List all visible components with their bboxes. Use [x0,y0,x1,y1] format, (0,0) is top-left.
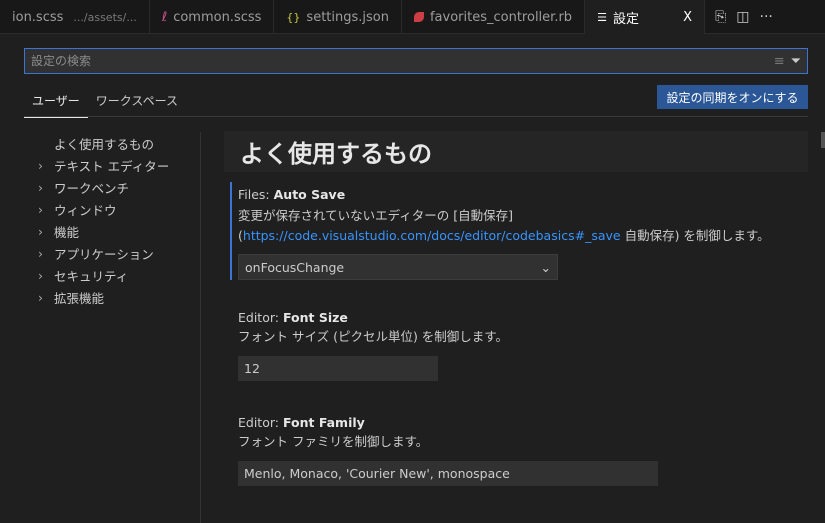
toc-label: よく使用するもの [54,136,155,152]
toc-label: 機能 [54,224,80,240]
toc-item[interactable]: › 拡張機能 [38,286,169,308]
tab-label: ion.scss [12,9,64,25]
tab-description: .../assets/... [73,10,137,24]
focus-indicator [230,182,232,280]
setting-title: Editor: Font Size [238,310,348,325]
toc-label: アプリケーション [54,246,154,262]
open-settings-json-icon[interactable]: ⎘ [715,9,726,25]
tab-user[interactable]: ユーザー [24,88,88,118]
editor-actions: ⎘ ◫ ··· [705,0,773,33]
more-actions-icon[interactable]: ··· [760,9,773,25]
description-line: 変更が保存されていないエディターの [自動保存] [238,208,513,223]
search-input[interactable] [31,54,774,68]
filter-icon[interactable]: ⏷ [791,54,801,69]
json-braces-icon: {} [286,10,301,24]
chevron-right-icon: › [38,223,43,239]
divider [24,116,808,117]
settings-toc: よく使用するもの › テキスト エディター › ワークベンチ › ウィンドウ › 機能 … [38,132,169,308]
ruby-icon [413,12,424,22]
toc-label: テキスト エディター [54,158,170,174]
editor-tabs: ion.scss .../assets/... ℓ common.scss {} se… [0,0,825,34]
setting-title: Files: Auto Save [238,187,346,202]
scope-tabs: ユーザー ワークスペース [24,88,186,118]
tab-common-scss[interactable]: ℓ common.scss [150,0,275,34]
settings-search: ≡ ⏷ [24,48,808,74]
toc-label: ウィンドウ [54,202,117,218]
tab-scss[interactable]: ion.scss .../assets/... [0,0,150,34]
setting-description: フォント ファミリを制御します。 [238,434,429,449]
sync-settings-button[interactable]: 設定の同期をオンにする [657,85,808,109]
setting-editor-font-size: Editor: Font Size フォント サイズ (ピクセル単位) を制御し… [238,310,508,381]
tab-label: settings.json [306,9,389,25]
chevron-right-icon: › [38,267,43,283]
sash[interactable] [200,132,201,523]
tab-label: 設定 [612,11,639,27]
tab-settings-json[interactable]: {} settings.json [274,0,402,34]
setting-title: Editor: Font Family [238,415,365,430]
setting-description: 変更が保存されていないエディターの [自動保存] (https://code.v… [238,206,770,246]
font-family-input[interactable]: Menlo, Monaco, 'Courier New', monospace [238,461,658,486]
toc-item[interactable]: よく使用するもの [38,132,169,154]
toc-item[interactable]: › セキュリティ [38,264,169,286]
select-value: onFocusChange [245,259,345,275]
setting-description: フォント サイズ (ピクセル単位) を制御します。 [238,329,509,344]
chevron-down-icon: ⌄ [540,259,551,275]
settings-list: よく使用するもの Files: Auto Save 変更が保存されていないエディ… [224,131,808,486]
toc-item[interactable]: › アプリケーション [38,242,169,264]
toc-item[interactable]: › ワークベンチ [38,176,169,198]
toc-item[interactable]: › ウィンドウ [38,198,169,220]
toc-label: セキュリティ [54,268,129,284]
auto-save-select[interactable]: onFocusChange ⌄ [238,254,558,280]
description-line: (https://code.visualstudio.com/docs/edit… [238,228,770,243]
codebasics-save-link[interactable]: https://code.visualstudio.com/docs/edito… [243,228,621,243]
sass-icon: ℓ [161,9,168,25]
tab-favorites-controller[interactable]: favorites_controller.rb [402,0,586,34]
font-size-input[interactable]: 12 [238,356,438,381]
setting-files-auto-save: Files: Auto Save 変更が保存されていないエディターの [自動保存… [230,182,770,280]
toc-item[interactable]: › 機能 [38,220,169,242]
chevron-right-icon: › [38,201,43,217]
tab-label: common.scss [173,9,262,25]
settings-list-icon: ☰ [597,10,607,24]
close-icon[interactable]: X [683,10,692,25]
section-title: よく使用するもの [224,131,808,172]
chevron-right-icon: › [38,245,43,261]
toc-item[interactable]: › テキスト エディター [38,154,169,176]
chevron-right-icon: › [38,179,43,195]
chevron-right-icon: › [38,289,43,305]
split-editor-icon[interactable]: ◫ [736,9,749,25]
toc-label: 拡張機能 [54,290,105,306]
scrollbar[interactable] [821,132,825,148]
tab-label: favorites_controller.rb [429,9,573,25]
tab-workspace[interactable]: ワークスペース [88,88,186,118]
tab-settings[interactable]: ☰ 設定 X [585,0,706,34]
toc-label: ワークベンチ [54,180,130,196]
chevron-right-icon: › [38,157,43,173]
clear-filter-icon[interactable]: ≡ [774,54,785,69]
setting-editor-font-family: Editor: Font Family フォント ファミリを制御します。 Men… [238,415,658,486]
